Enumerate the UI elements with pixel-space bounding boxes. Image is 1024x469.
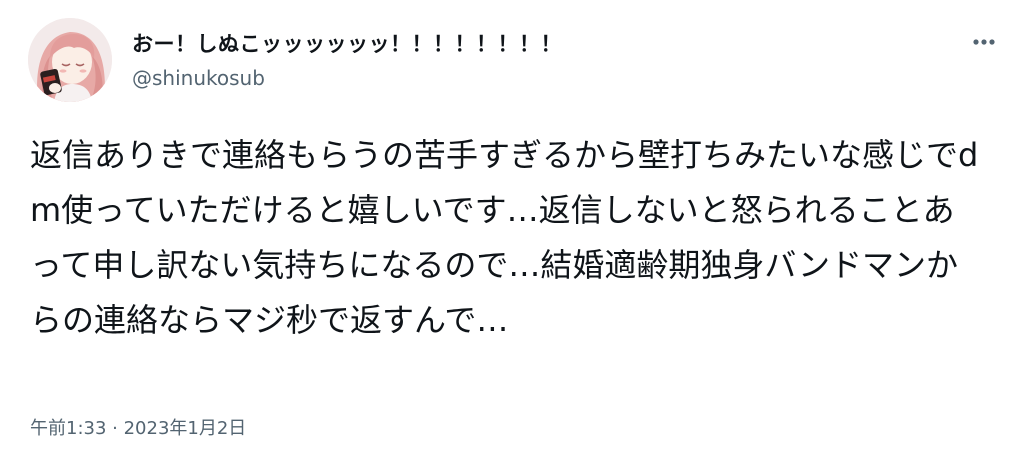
avatar-illustration	[28, 18, 112, 102]
tweet-card: おー！しぬこッッッッッッ！！！！！！！！ @shinukosub 返信ありきで連…	[0, 0, 1024, 469]
avatar[interactable]	[28, 18, 112, 102]
more-horizontal-icon	[973, 39, 995, 45]
more-options-button[interactable]	[962, 24, 1006, 60]
tweet-text: 返信ありきで連絡もらうの苦手すぎるから壁打ちみたいな感じでdm使っていただけると…	[30, 136, 979, 339]
user-handle[interactable]: @shinukosub	[132, 66, 265, 90]
tweet-timestamp[interactable]: 午前1:33 · 2023年1月2日	[30, 414, 246, 440]
display-name[interactable]: おー！しぬこッッッッッッ！！！！！！！！	[132, 28, 562, 58]
